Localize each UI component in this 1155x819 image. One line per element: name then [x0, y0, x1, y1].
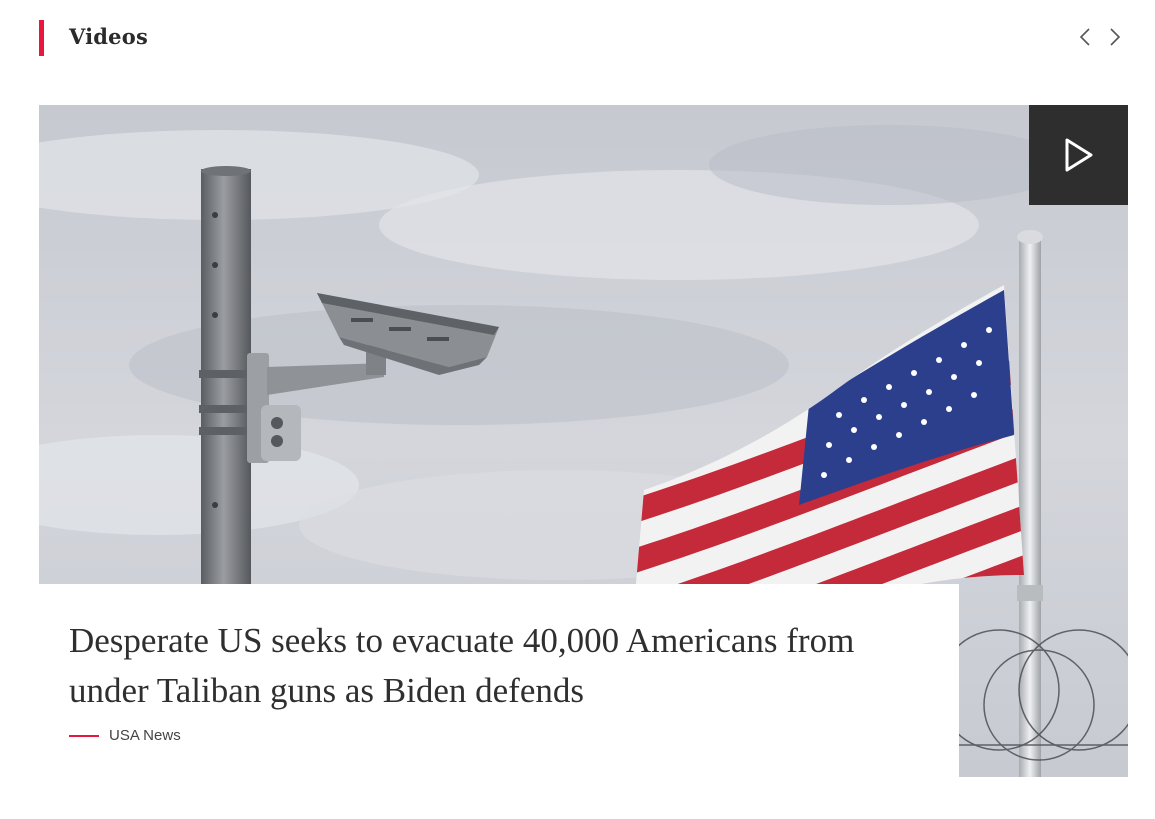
play-icon — [1065, 138, 1092, 172]
category-tag[interactable]: USA News — [69, 727, 181, 744]
video-caption-card: Desperate US seeks to evacuate 40,000 Am… — [39, 584, 959, 777]
chevron-right-icon — [1110, 28, 1121, 46]
play-button[interactable] — [1029, 105, 1128, 205]
chevron-left-icon — [1079, 28, 1090, 46]
category-accent-line — [69, 734, 99, 737]
category-label[interactable]: USA News — [109, 727, 181, 744]
carousel-next-button[interactable] — [1102, 24, 1128, 50]
section-header: Videos — [39, 20, 1128, 58]
section-accent-bar — [39, 20, 44, 56]
carousel-prev-button[interactable] — [1072, 24, 1098, 50]
video-headline-link[interactable]: Desperate US seeks to evacuate 40,000 Am… — [69, 616, 929, 716]
section-title: Videos — [69, 24, 148, 49]
